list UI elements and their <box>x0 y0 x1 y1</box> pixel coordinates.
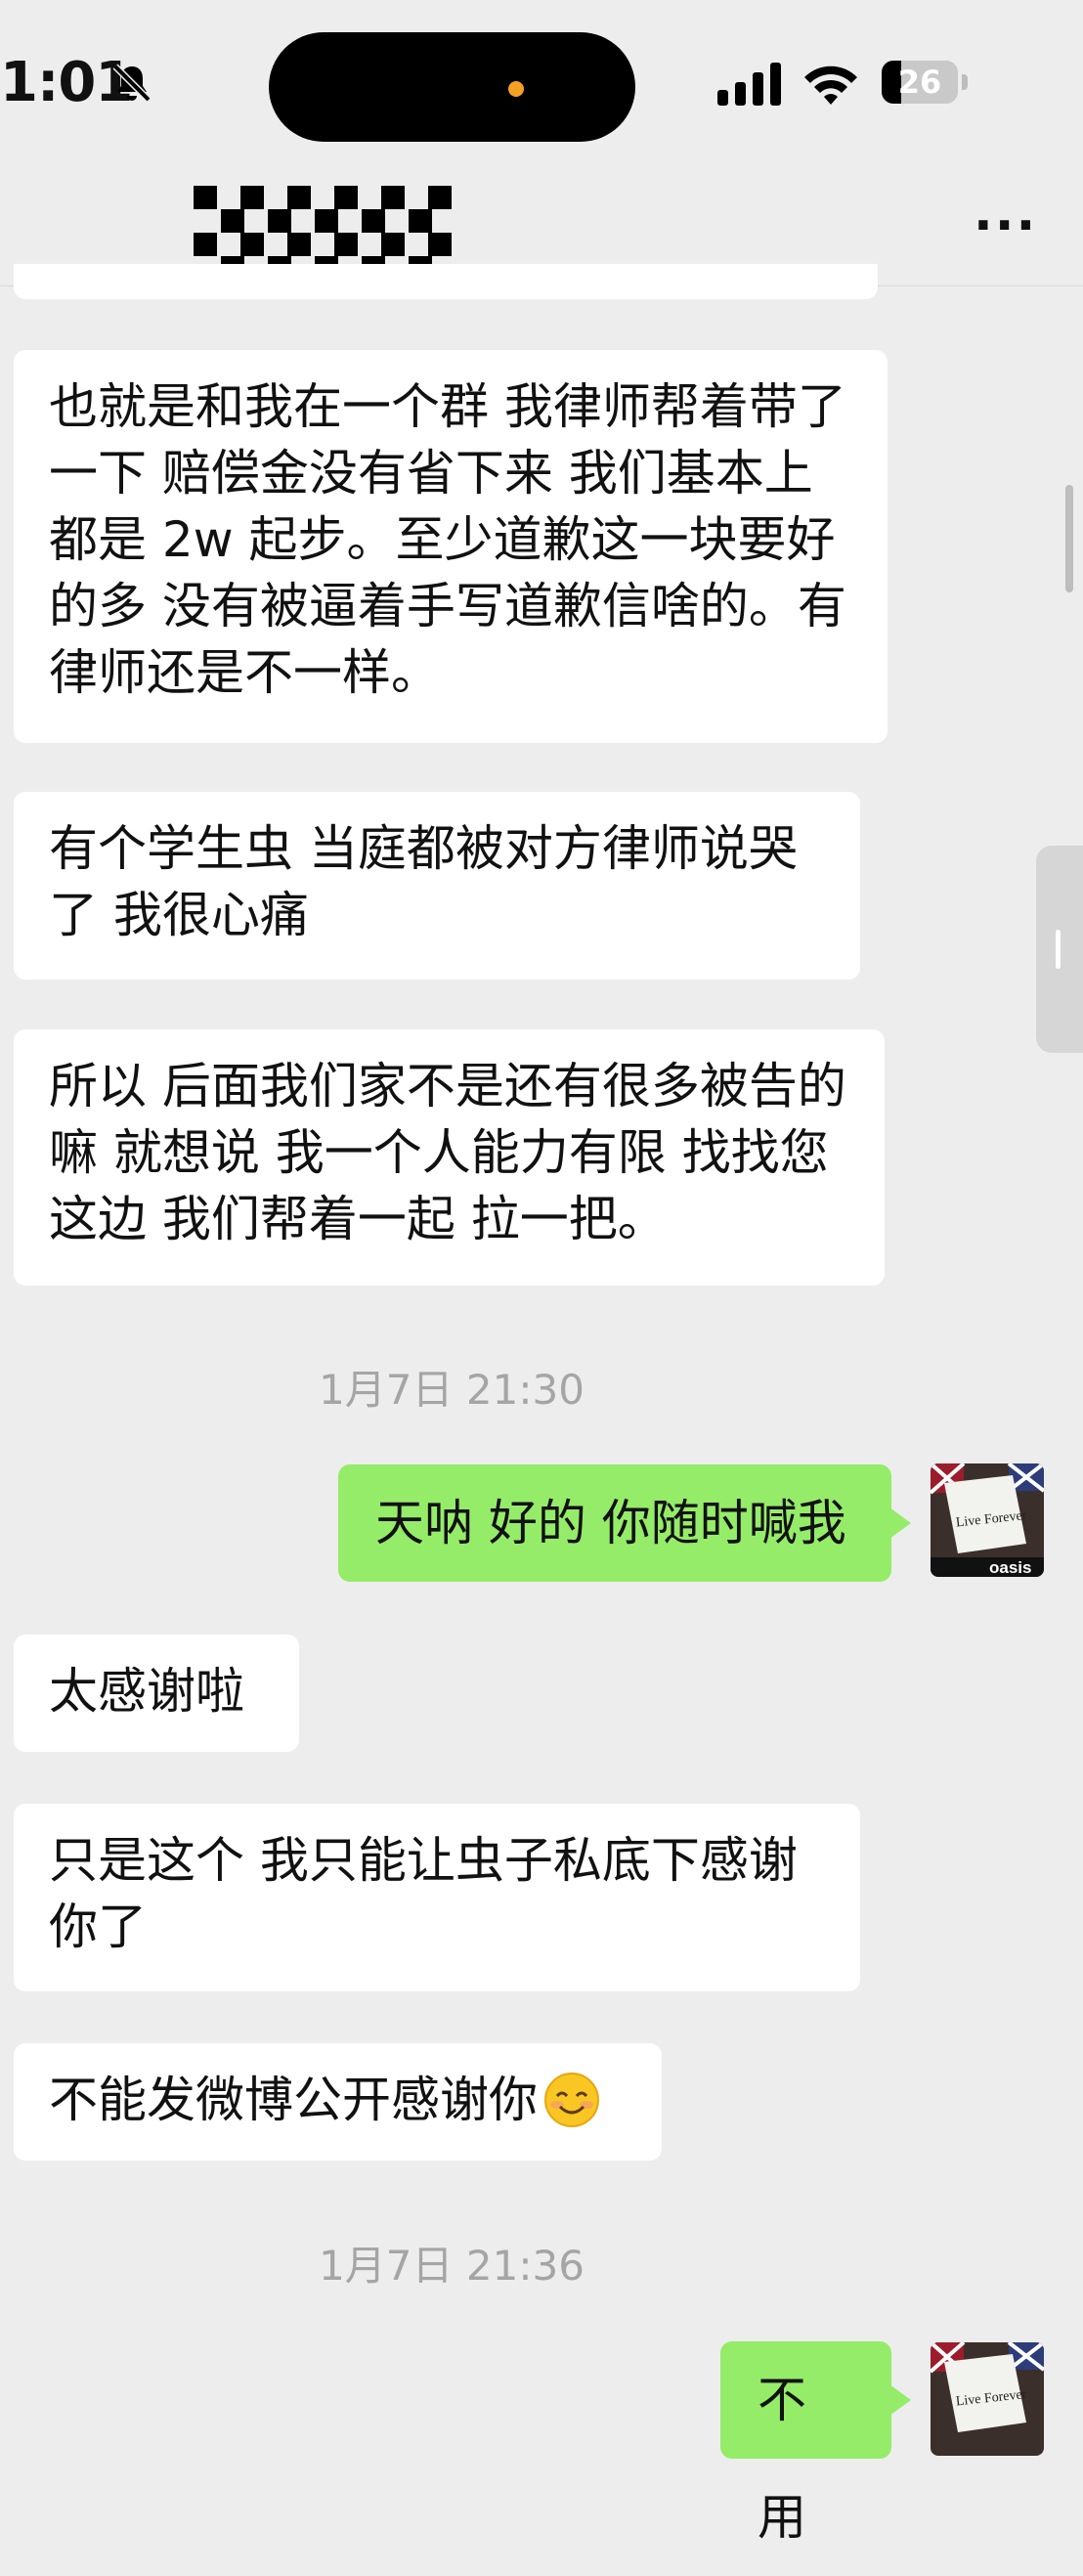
incoming-message[interactable]: 有个学生虫 当庭都被对方律师说哭了 我很心痛 <box>14 792 860 980</box>
timestamp: 1月7日 21:30 <box>319 1366 585 1414</box>
message-text: 太感谢啦 <box>49 1663 244 1720</box>
outgoing-message[interactable]: 天呐 好的 你随时喊我 <box>338 1464 911 1582</box>
mosaic-cell <box>194 186 217 209</box>
bell-muted-icon <box>112 64 152 103</box>
incoming-message[interactable]: 不能发微博公开感谢你 <box>14 2043 662 2161</box>
avatar[interactable]: Live Forever oasis <box>931 1463 1044 1577</box>
message-text: 只是这个 我只能让虫子私底下感谢你了 <box>49 1832 798 1955</box>
cellular-signal-icon <box>717 63 781 106</box>
mosaic-cell <box>287 233 311 256</box>
message-text: 不用 <box>758 2372 806 2546</box>
incoming-message[interactable]: 只是这个 我只能让虫子私底下感谢你了 <box>14 1804 860 1991</box>
partial-message-bubble <box>14 264 878 299</box>
timestamp: 1月7日 21:36 <box>319 2242 585 2290</box>
message-text: 不能发微博公开感谢你 <box>49 2072 538 2128</box>
message-text: 也就是和我在一个群 我律师帮着带了一下 赔偿金没有省下来 我们基本上都是 2w … <box>49 378 846 701</box>
message-text: 天呐 好的 你随时喊我 <box>375 1495 846 1551</box>
dynamic-island <box>269 32 635 142</box>
scrollbar[interactable] <box>1065 485 1073 592</box>
wifi-icon <box>804 65 857 105</box>
incoming-message[interactable]: 太感谢啦 <box>14 1635 299 1752</box>
battery-icon: 26 <box>882 61 970 104</box>
mosaic-cell <box>334 186 358 209</box>
outgoing-message[interactable]: 不用 <box>720 2341 911 2546</box>
side-drawer-handle[interactable] <box>1036 846 1083 1053</box>
mosaic-cell <box>268 209 291 233</box>
mosaic-cell <box>381 233 405 256</box>
message-text: 有个学生虫 当庭都被对方律师说哭了 我很心痛 <box>49 820 798 943</box>
smiling-face-emoji <box>544 2073 599 2127</box>
mosaic-cell <box>334 233 358 256</box>
more-options-button[interactable]: ··· <box>974 200 1037 251</box>
mosaic-cell <box>194 233 217 256</box>
status-bar: 1:01 26 <box>0 0 1083 166</box>
incoming-message[interactable]: 也就是和我在一个群 我律师帮着带了一下 赔偿金没有省下来 我们基本上都是 2w … <box>14 350 888 743</box>
mosaic-cell <box>240 186 264 209</box>
avatar[interactable]: Live Forever <box>931 2342 1044 2456</box>
mosaic-cell <box>287 186 311 209</box>
incoming-message[interactable]: 所以 后面我们家不是还有很多被告的嘛 就想说 我一个人能力有限 找找您这边 我们… <box>14 1029 885 1286</box>
svg-text:oasis: oasis <box>989 1558 1031 1577</box>
message-text: 所以 后面我们家不是还有很多被告的嘛 就想说 我一个人能力有限 找找您这边 我们… <box>49 1058 846 1247</box>
mosaic-cell <box>240 233 264 256</box>
mosaic-cell <box>428 233 452 256</box>
mosaic-cell <box>315 209 338 233</box>
mosaic-cell <box>362 209 385 233</box>
mosaic-cell <box>221 209 244 233</box>
mosaic-cell <box>409 209 432 233</box>
mosaic-cell <box>428 186 452 209</box>
mosaic-cell <box>381 186 405 209</box>
battery-percent: 26 <box>897 64 942 101</box>
privacy-indicator-dot <box>508 81 524 97</box>
